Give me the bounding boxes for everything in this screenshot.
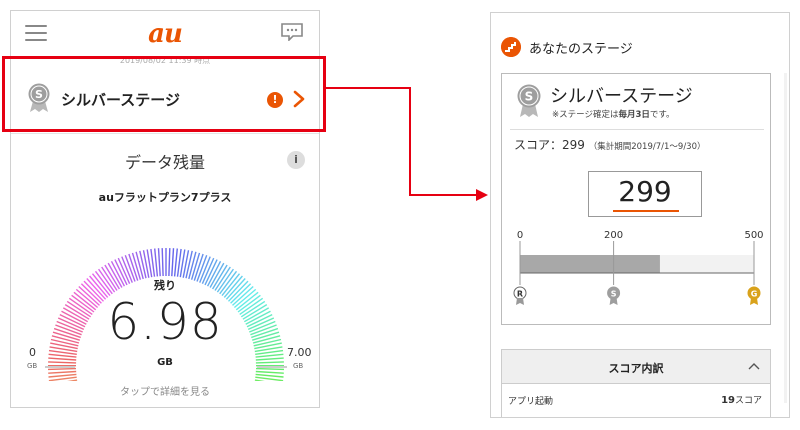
gauge-min: 0 (29, 346, 36, 359)
stage-card: S シルバーステージ ※ステージ確定は毎月3日です。 スコア：299 （集計期間… (501, 73, 771, 325)
top-bar: au (11, 11, 319, 53)
breakdown-row-label: アプリ起動 (508, 397, 554, 407)
stage-detail-screen: あなたのステージ S シルバーステージ ※ステージ確定は毎月3日です。 スコア：… (490, 12, 790, 418)
gauge-tick (168, 248, 171, 277)
remaining-value: 6.98 (107, 293, 223, 351)
gauge-base-left (45, 366, 75, 368)
gauge-tick (255, 373, 284, 378)
brand-logo: au (148, 19, 183, 49)
stairs-icon (501, 37, 521, 57)
gauge-tick (48, 373, 77, 378)
silver-medal-icon: S (517, 84, 541, 117)
rank-marker-letter: S (611, 290, 617, 299)
gauge-base-right (257, 366, 287, 368)
gauge-tick (154, 248, 159, 277)
gauge-tick (47, 367, 77, 371)
breakdown-header[interactable]: スコア内訳 (502, 350, 770, 384)
score-scale: 0 200 500 R S G (513, 230, 764, 305)
aggregation-period: （集計期間2019/7/1～9/30） (588, 142, 706, 152)
stage-header-title: あなたのステージ (529, 42, 633, 57)
rank-marker-ribbon (750, 298, 758, 305)
breakdown-row-value: 19スコア (721, 395, 762, 406)
highlight-frame (2, 56, 326, 132)
scale-tick-label: 500 (744, 230, 763, 241)
data-remaining-title: データ残量 (124, 153, 205, 172)
gauge-tick (255, 367, 285, 371)
stage-confirm-note: ※ステージ確定は毎月3日です。 (552, 110, 675, 120)
remaining-label: 残り (154, 279, 176, 292)
gauge-tick (157, 248, 161, 277)
plan-name: auフラットプラン7プラス (98, 191, 232, 204)
rank-marker-ribbon (609, 298, 618, 305)
gauge-tick (161, 248, 164, 277)
score-box: 299 (588, 171, 702, 217)
gauge-min-unit: GB (27, 362, 38, 370)
score-breakdown-panel: スコア内訳 アプリ起動 19スコア (501, 349, 771, 417)
gauge-max-unit: GB (293, 362, 304, 370)
rank-marker-ribbon (516, 298, 524, 305)
score-summary: スコア：299 （集計期間2019/7/1～9/30） (514, 138, 706, 152)
gauge-tick (255, 370, 284, 374)
chat-icon[interactable] (281, 23, 303, 41)
breakdown-title: スコア内訳 (608, 362, 664, 375)
stage-name: シルバーステージ (550, 86, 693, 107)
comparison-illustration: au 2019/08/02 11:39 時点 S シルバーステージ ! データ残… (0, 0, 800, 430)
score-underline (613, 210, 679, 212)
scale-tick-label: 200 (604, 230, 623, 241)
score-value: 299 (618, 175, 672, 208)
rank-marker-letter: R (517, 290, 523, 299)
chevron-up-icon[interactable] (748, 361, 760, 371)
divider (11, 133, 319, 134)
gauge-tick (48, 370, 77, 374)
gauge-tick (173, 248, 178, 277)
scale-fill (520, 255, 660, 273)
stage-header: あなたのステージ (491, 13, 789, 65)
scrollbar[interactable] (784, 73, 787, 403)
divider (510, 129, 764, 130)
info-icon[interactable]: i (287, 151, 305, 169)
medal-letter: S (525, 90, 534, 104)
scale-tick-label: 0 (517, 230, 523, 241)
rank-marker-letter: G (751, 290, 758, 299)
tap-for-details-link[interactable]: タップで詳細を見る (11, 383, 319, 398)
gauge-max: 7.00 (287, 346, 312, 359)
gauge-tick (171, 248, 175, 277)
